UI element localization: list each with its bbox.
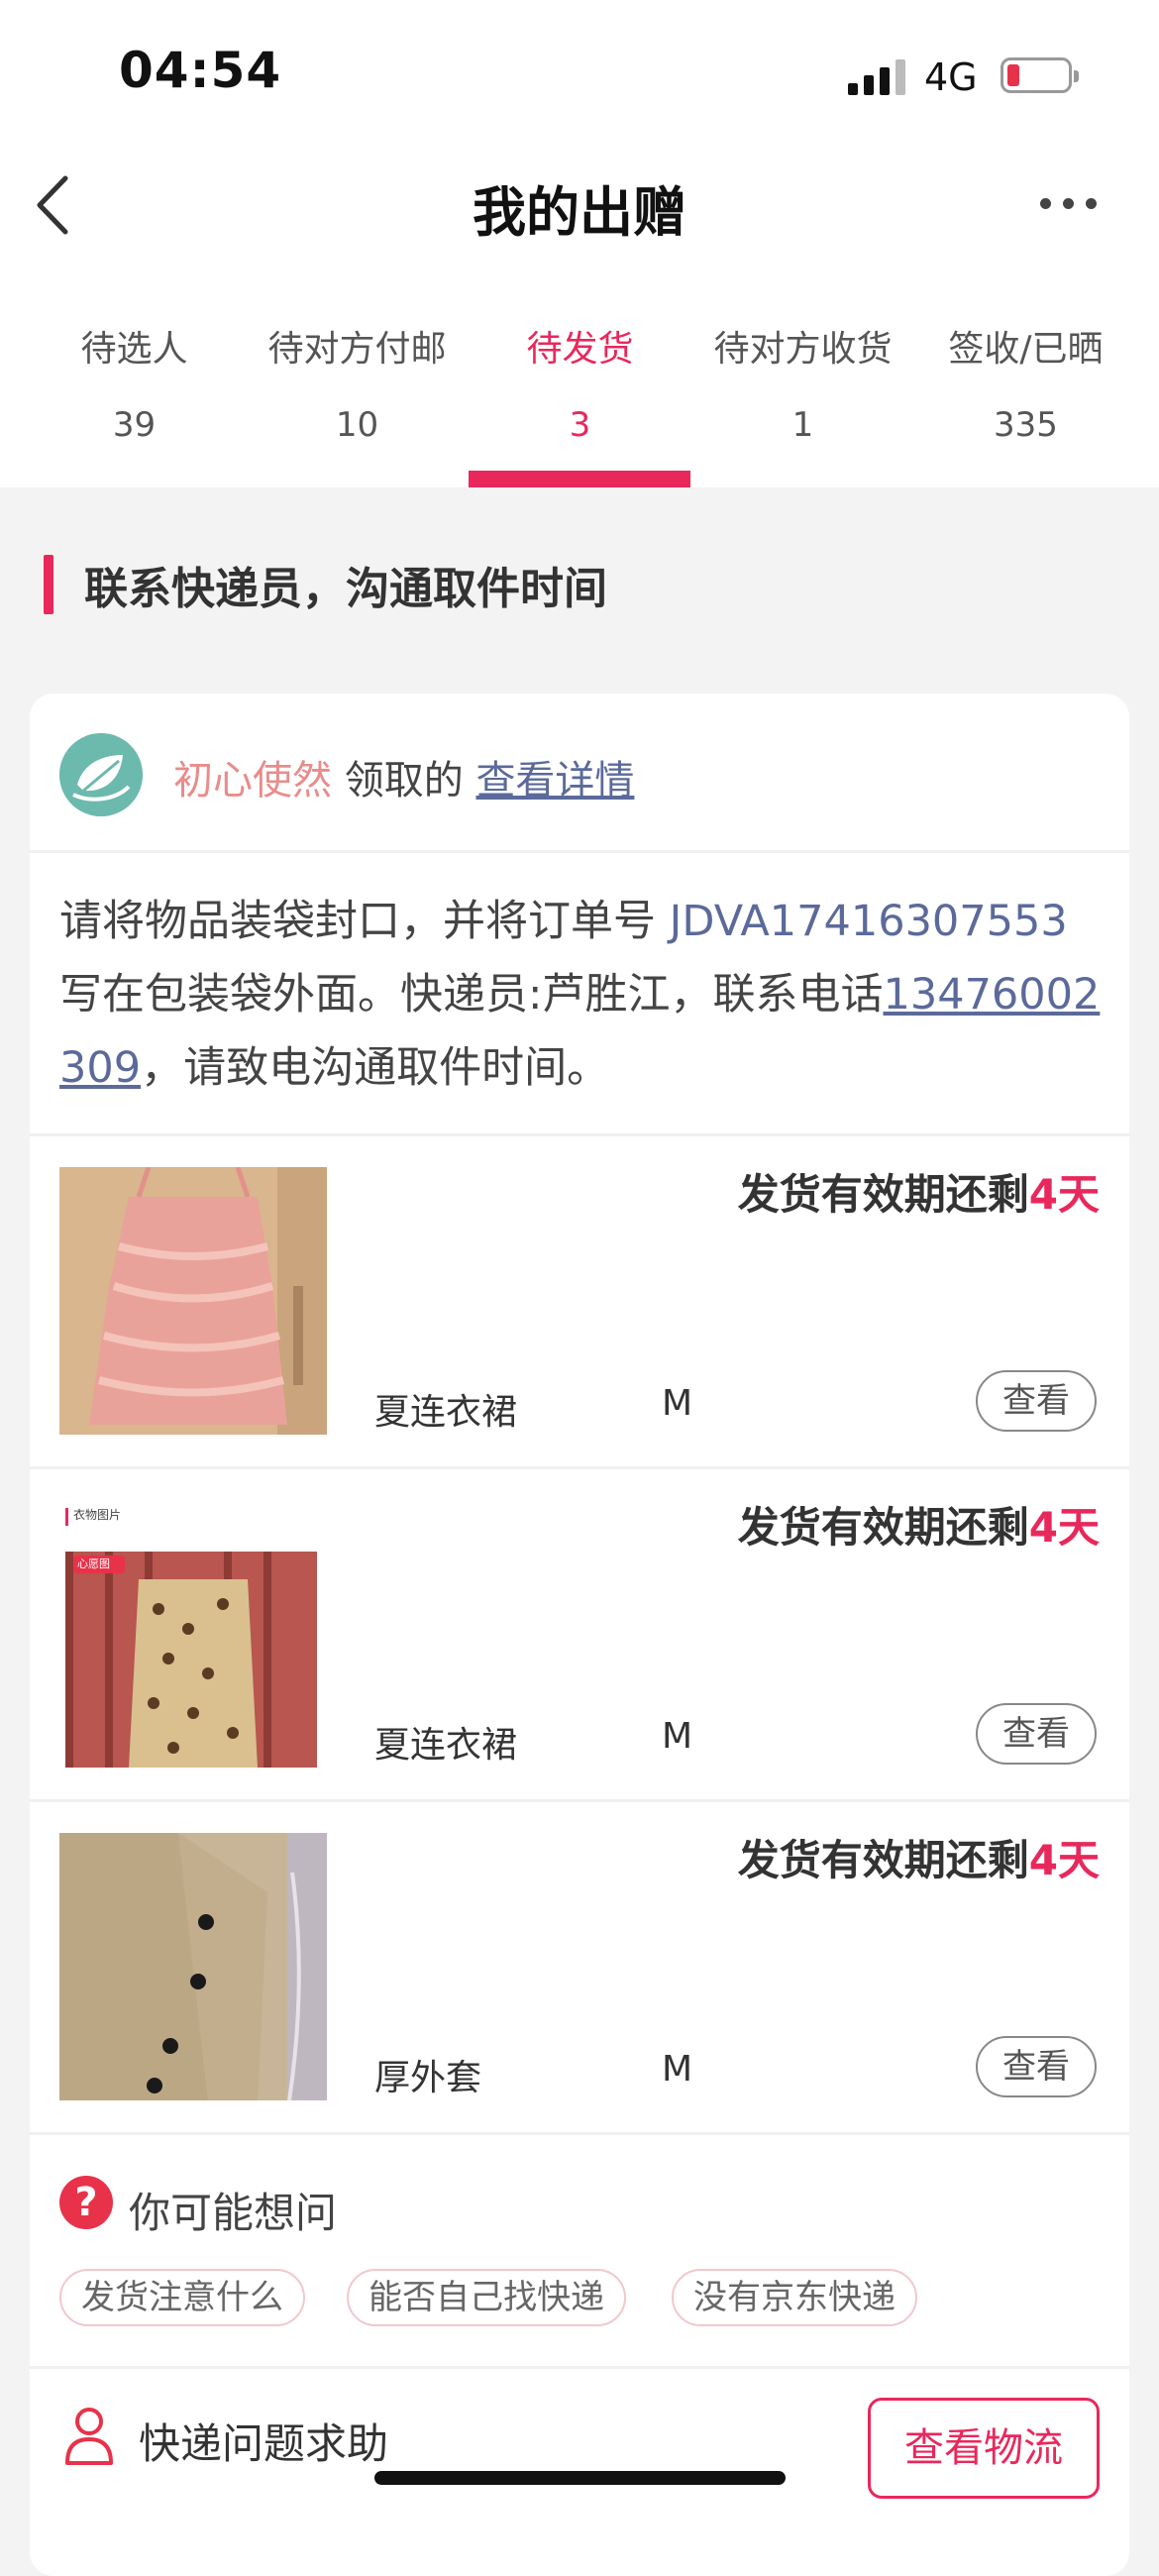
instruction-text: 写在包装袋外面。快递员:芦胜江，联系电话 xyxy=(59,970,884,1020)
faq-chip[interactable]: 发货注意什么 xyxy=(59,2269,305,2326)
days-left: 4天 xyxy=(1028,1836,1100,1884)
person-icon xyxy=(61,2406,117,2465)
item-photo-leopard-dress[interactable]: 衣物图片 心愿图 xyxy=(59,1500,327,1768)
list-item: 衣物图片 心愿图 发货有效期还剩4天 夏连衣裙 M 查看 xyxy=(30,1468,1129,1801)
battery-icon xyxy=(1001,57,1079,93)
faq-chip[interactable]: 没有京东快递 xyxy=(672,2269,917,2326)
divider xyxy=(30,850,1129,853)
tab-label: 待选人 xyxy=(80,329,188,370)
signal-icon xyxy=(848,59,907,95)
days-left: 4天 xyxy=(1028,1503,1100,1552)
item-photo-cardigan[interactable] xyxy=(59,1833,327,2100)
tab-pending-ship[interactable]: 待发货 3 xyxy=(469,322,691,445)
view-button[interactable]: 查看 xyxy=(976,2036,1097,2097)
shipping-instructions: 请将物品装袋封口，并将订单号 JDVA17416307553 写在包装袋外面。快… xyxy=(59,885,1109,1105)
divider xyxy=(30,2132,1129,2135)
ship-deadline-label: 发货有效期还剩 xyxy=(737,1836,1029,1884)
question-icon: ? xyxy=(59,2176,113,2229)
tab-label: 签收/已晒 xyxy=(948,329,1104,370)
item-name: 夏连衣裙 xyxy=(374,1725,518,1766)
courier-help-label[interactable]: 快递问题求助 xyxy=(139,2411,388,2471)
photo-caption: 衣物图片 xyxy=(73,1508,122,1522)
leaf-logo-icon xyxy=(59,733,143,816)
view-logistics-button[interactable]: 查看物流 xyxy=(868,2398,1100,2499)
claimer-name[interactable]: 初心使然 xyxy=(173,758,332,804)
claim-text: 领取的 xyxy=(332,758,476,804)
ship-deadline: 发货有效期还剩4天 xyxy=(738,1827,1100,1887)
instruction-text: 请将物品装袋封口，并将订单号 xyxy=(59,897,670,946)
item-size: M xyxy=(662,1716,693,1757)
item-name: 夏连衣裙 xyxy=(374,1392,518,1433)
ship-deadline-label: 发货有效期还剩 xyxy=(737,1170,1029,1219)
tab-pending-postage[interactable]: 待对方付邮 10 xyxy=(246,322,469,445)
order-number: JDVA17416307553 xyxy=(669,897,1068,946)
instruction-text: ，请致电沟通取件时间。 xyxy=(141,1043,610,1093)
view-button[interactable]: 查看 xyxy=(976,1703,1097,1765)
tab-signed[interactable]: 签收/已晒 335 xyxy=(914,322,1137,445)
active-tab-indicator xyxy=(469,471,690,487)
item-photo-pink-dress[interactable] xyxy=(59,1167,327,1435)
status-time: 04:54 xyxy=(119,42,282,99)
list-item: 发货有效期还剩4天 夏连衣裙 M 查看 xyxy=(30,1135,1129,1468)
faq-chip[interactable]: 能否自己找快递 xyxy=(347,2269,626,2326)
list-item: 发货有效期还剩4天 厚外套 M 查看 xyxy=(30,1801,1129,2134)
section-accent-bar xyxy=(44,555,53,614)
view-detail-link[interactable]: 查看详情 xyxy=(475,758,634,804)
divider xyxy=(30,2366,1129,2369)
item-name: 厚外套 xyxy=(374,2058,482,2098)
tab-pending-receive[interactable]: 待对方收货 1 xyxy=(691,322,914,445)
ship-deadline: 发货有效期还剩4天 xyxy=(738,1161,1100,1222)
ship-deadline-label: 发货有效期还剩 xyxy=(737,1503,1029,1552)
network-type: 4G xyxy=(924,55,978,99)
tab-count: 10 xyxy=(335,405,379,445)
more-horizontal-icon[interactable] xyxy=(1040,198,1100,212)
item-size: M xyxy=(662,1383,693,1424)
tab-count: 3 xyxy=(569,405,591,445)
tab-label: 待对方付邮 xyxy=(267,329,447,370)
tab-count: 39 xyxy=(112,405,157,445)
view-button[interactable]: 查看 xyxy=(976,1370,1097,1432)
page-title: 我的出赠 xyxy=(473,181,686,244)
tab-label: 待发货 xyxy=(526,329,634,370)
claim-line: 初心使然 领取的 查看详情 xyxy=(173,748,634,805)
tab-count: 335 xyxy=(994,405,1058,445)
photo-tag: 心愿图 xyxy=(77,1557,110,1570)
tab-label: 待对方收货 xyxy=(713,329,893,370)
tab-count: 1 xyxy=(791,405,814,445)
section-title: 联系快递员，沟通取件时间 xyxy=(84,564,607,614)
item-size: M xyxy=(662,2049,693,2090)
ship-deadline: 发货有效期还剩4天 xyxy=(738,1494,1100,1555)
tab-pending-select[interactable]: 待选人 39 xyxy=(23,322,246,445)
faq-title: 你可能想问 xyxy=(129,2189,338,2237)
home-indicator xyxy=(374,2471,786,2485)
days-left: 4天 xyxy=(1028,1170,1100,1219)
